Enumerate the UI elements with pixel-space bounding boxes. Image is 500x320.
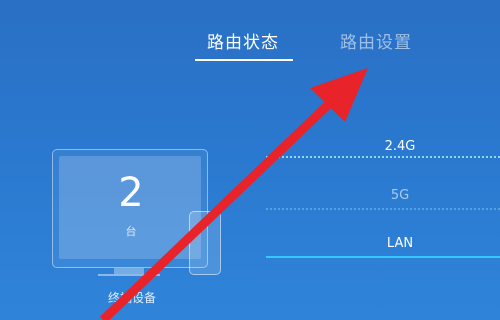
red-arrow-annotation bbox=[99, 68, 368, 320]
arrow-shaft bbox=[99, 99, 334, 320]
